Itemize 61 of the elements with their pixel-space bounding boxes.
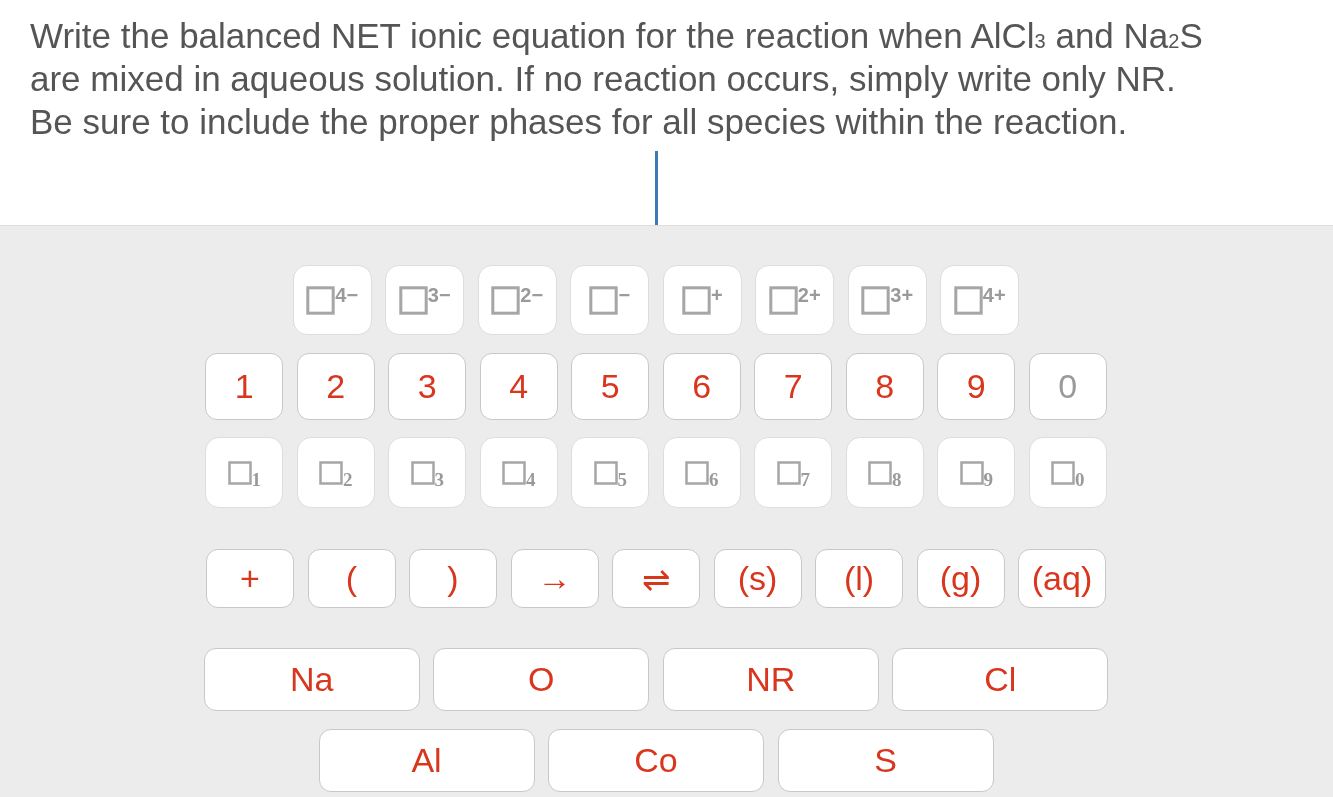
subscript-label: 5 xyxy=(617,469,627,491)
placeholder-box-icon xyxy=(227,460,252,485)
symbol-key[interactable]: ( xyxy=(307,549,396,608)
symbol-key[interactable]: (l) xyxy=(815,549,903,608)
digit-key[interactable]: 8 xyxy=(845,353,924,420)
digit-key[interactable]: 1 xyxy=(205,353,284,420)
element-key[interactable]: Co xyxy=(548,729,764,792)
subscript-label: 8 xyxy=(892,469,902,491)
placeholder-box-icon xyxy=(589,285,619,315)
symbol-key[interactable]: (g) xyxy=(916,549,1005,608)
placeholder-box-icon xyxy=(681,285,711,315)
element-key[interactable]: O xyxy=(433,648,650,711)
placeholder-box-icon xyxy=(959,460,984,485)
element-key[interactable]: S xyxy=(777,729,994,792)
digit-key[interactable]: 6 xyxy=(662,353,741,420)
charge-label: 3− xyxy=(427,284,451,307)
subscript-label: 7 xyxy=(800,469,810,491)
charge-label: 4− xyxy=(335,284,359,307)
subscript-label: 6 xyxy=(709,469,719,491)
subscript-label: 4 xyxy=(526,469,536,491)
subscript-label: 1 xyxy=(251,469,261,491)
placeholder-box-icon xyxy=(685,460,709,485)
charge-label: 3+ xyxy=(890,284,914,307)
digit-key[interactable]: 9 xyxy=(937,353,1016,420)
symbol-key[interactable]: ⇌ xyxy=(612,549,700,608)
element-key[interactable]: NR xyxy=(662,648,879,711)
subscript-label: 0 xyxy=(1075,469,1085,491)
element-key[interactable]: Al xyxy=(318,729,535,792)
charge-label: 4+ xyxy=(982,284,1006,307)
symbol-key[interactable]: ) xyxy=(409,549,497,608)
digit-key[interactable]: 2 xyxy=(296,353,375,420)
placeholder-box-icon xyxy=(768,285,798,315)
digit-key[interactable]: 3 xyxy=(388,353,467,420)
placeholder-box-icon xyxy=(410,460,435,485)
element-key[interactable]: Na xyxy=(203,648,420,711)
symbol-key[interactable]: + xyxy=(206,549,294,608)
placeholder-box-icon xyxy=(953,285,983,315)
element-key[interactable]: Cl xyxy=(892,648,1109,711)
subscript-label: 9 xyxy=(983,469,993,491)
symbol-key[interactable]: → xyxy=(510,549,599,608)
placeholder-box-icon xyxy=(868,460,892,485)
placeholder-box-icon xyxy=(1051,460,1075,485)
placeholder-box-icon xyxy=(319,460,343,485)
placeholder-box-icon xyxy=(593,460,618,485)
charge-label: − xyxy=(618,284,631,307)
placeholder-box-icon xyxy=(306,285,336,315)
digit-key[interactable]: 4 xyxy=(479,353,558,420)
placeholder-box-icon xyxy=(502,460,526,485)
symbol-key[interactable]: (aq) xyxy=(1018,549,1106,608)
subscript-label: 3 xyxy=(434,469,444,491)
placeholder-box-icon xyxy=(776,460,801,485)
digit-key[interactable]: 7 xyxy=(754,353,833,420)
placeholder-box-icon xyxy=(861,285,891,315)
symbol-key[interactable]: (s) xyxy=(713,549,802,608)
digit-key[interactable]: 5 xyxy=(571,353,650,420)
subscript-label: 2 xyxy=(343,469,353,491)
placeholder-box-icon xyxy=(398,285,428,315)
charge-label: 2− xyxy=(520,284,544,307)
charge-label: + xyxy=(710,284,723,307)
charge-label: 2+ xyxy=(797,284,821,307)
placeholder-box-icon xyxy=(491,285,521,315)
